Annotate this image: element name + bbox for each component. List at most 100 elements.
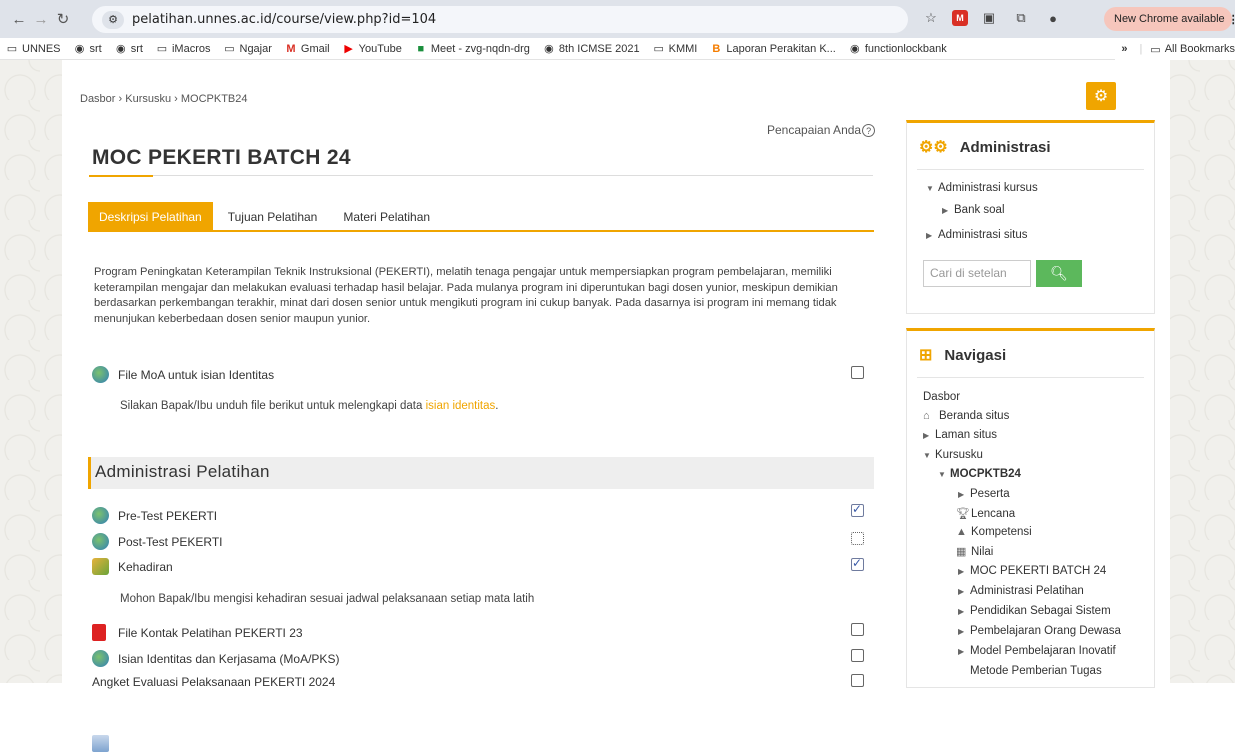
tree-label: Lencana — [971, 507, 1016, 520]
block-divider — [917, 169, 1144, 170]
folder-icon: ▭ — [653, 42, 664, 55]
tree-item-mocpktb24[interactable]: ▼ MOCPKTB24 — [938, 468, 1021, 480]
tab-tujuan[interactable]: Tujuan Pelatihan — [217, 202, 329, 232]
tree-item-lencana[interactable]: 🏆︎ Lencana — [956, 507, 1016, 521]
tree-item-model-pembelajaran[interactable]: ▶ Model Pembelajaran Inovatif — [958, 645, 1116, 657]
star-icon[interactable]: ☆ — [920, 7, 942, 29]
bookmarks-bar: ▭ UNNES ◉ srt ◉ srt ▭ iMacros ▭ Ngajar M Gmail… — [0, 38, 1235, 60]
tree-item-bank-soal[interactable]: ▶ Bank soal — [942, 204, 1005, 216]
completion-checkbox[interactable] — [851, 623, 864, 636]
section-header: Administrasi Pelatihan — [88, 457, 874, 489]
search-icon[interactable]: 🔍︎ — [1036, 260, 1082, 287]
tree-item-administrasi-kursus[interactable]: ▼ Administrasi kursus — [926, 182, 1038, 194]
tree-item-metode-tugas[interactable]: Metode Pemberian Tugas — [970, 665, 1102, 677]
tree-item-beranda-situs[interactable]: ⌂ Beranda situs — [923, 410, 1009, 422]
media-icon[interactable]: ▣ — [978, 7, 1000, 29]
tree-item-pembelajaran-dewasa[interactable]: ▶ Pembelajaran Orang Dewasa — [958, 625, 1121, 637]
settings-search-input[interactable]: Cari di setelan — [923, 260, 1031, 287]
course-description: Program Peningkatan Keterampilan Teknik … — [94, 266, 838, 325]
site-settings-icon[interactable]: ⚙ — [102, 10, 124, 29]
activity-posttest[interactable]: Post-Test PEKERTI — [92, 533, 222, 550]
tree-item-kursusku[interactable]: ▼ Kursusku — [923, 449, 983, 461]
tree-item-administrasi-pelatihan[interactable]: ▶ Administrasi Pelatihan — [958, 585, 1084, 597]
reload-icon[interactable]: ↻ — [52, 8, 74, 30]
moa-note: Silakan Bapak/Ibu unduh file berikut unt… — [120, 400, 498, 412]
pencapaian-link[interactable]: Pencapaian Anda? — [767, 123, 876, 137]
tree-item-kompetensi[interactable]: ▲ Kompetensi — [956, 526, 1032, 538]
bookmark-icmse[interactable]: ◉ 8th ICMSE 2021 — [543, 43, 640, 55]
tree-item-laman-situs[interactable]: ▶ Laman situs — [923, 429, 997, 441]
blogger-icon: B — [712, 42, 721, 55]
bookmark-unnes[interactable]: ▭ UNNES — [6, 43, 61, 55]
bookmark-label: iMacros — [171, 42, 211, 55]
block-title: Administrasi — [959, 138, 1051, 156]
gear-icon[interactable]: ⚙ — [1086, 82, 1116, 110]
note-end: . — [495, 400, 499, 412]
folder-icon: ▭ — [156, 42, 168, 55]
puzzle-icon[interactable]: ⧉ — [1010, 7, 1032, 29]
bookmark-srt[interactable]: ◉ srt — [74, 43, 102, 55]
activity-isian[interactable]: Isian Identitas dan Kerjasama (MoA/PKS) — [92, 650, 339, 667]
address-bar[interactable]: ⚙ pelatihan.unnes.ac.id/course/view.php?… — [92, 6, 908, 33]
block-divider — [917, 377, 1144, 378]
tree-label: Bank soal — [954, 204, 1005, 216]
tree-item-peserta[interactable]: ▶ Peserta — [958, 488, 1010, 500]
caret-down-icon: ▼ — [938, 469, 946, 479]
bookmark-laporan[interactable]: B Laporan Perakitan K... — [710, 43, 835, 55]
tree-label: Nilai — [971, 545, 994, 558]
title-accent — [89, 175, 153, 177]
activity-pretest[interactable]: Pre-Test PEKERTI — [92, 507, 217, 524]
forward-icon[interactable]: → — [30, 8, 52, 30]
caret-right-icon: ▶ — [958, 586, 965, 596]
bookmark-label: Meet - zvg-nqdn-drg — [430, 42, 530, 55]
completion-checkbox[interactable] — [851, 674, 864, 687]
tree-label: Pembelajaran Orang Dewasa — [970, 625, 1121, 637]
tree-item-nilai[interactable]: ▦ Nilai — [956, 545, 994, 559]
tab-materi[interactable]: Materi Pelatihan — [332, 202, 441, 232]
isian-identitas-link[interactable]: isian identitas — [426, 400, 496, 412]
completion-checkbox[interactable] — [851, 502, 864, 517]
activity-kontak[interactable]: File Kontak Pelatihan PEKERTI 23 — [92, 624, 303, 641]
bookmark-meet[interactable]: ■ Meet - zvg-nqdn-drg — [415, 43, 530, 55]
all-bookmarks-button[interactable]: All Bookmarks — [1165, 43, 1235, 55]
globe-icon: ◉ — [74, 42, 85, 55]
activity-kehadiran[interactable]: Kehadiran — [92, 558, 173, 575]
tree-item-pendidikan[interactable]: ▶ Pendidikan Sebagai Sistem — [958, 605, 1111, 617]
url-text: pelatihan.unnes.ac.id/course/view.php?id… — [132, 12, 437, 27]
tree-item-moc-pekerti[interactable]: ▶ MOC PEKERTI BATCH 24 — [958, 565, 1106, 577]
bookmark-ngajar[interactable]: ▭ Ngajar — [224, 43, 272, 55]
tree-item-administrasi-situs[interactable]: ▶ Administrasi situs — [926, 229, 1027, 241]
completion-checkbox[interactable] — [851, 649, 864, 662]
bookmark-functionlockbank[interactable]: ◉ functionlockbank — [849, 43, 947, 55]
folder-icon: ▭ — [6, 42, 18, 55]
update-button[interactable]: New Chrome available ⋮ — [1104, 7, 1235, 31]
help-icon[interactable]: ? — [862, 124, 876, 137]
trophy-icon: 🏆︎ — [956, 508, 970, 520]
back-icon[interactable]: ← — [8, 8, 30, 30]
tree-label: Peserta — [970, 488, 1010, 500]
bookmark-youtube[interactable]: ▶ YouTube — [343, 43, 401, 55]
bookmark-imacros[interactable]: ▭ iMacros — [156, 43, 211, 55]
extension-icon[interactable]: M — [952, 10, 968, 26]
note-text: Silakan Bapak/Ibu unduh file berikut unt… — [120, 400, 426, 412]
update-label: New Chrome available — [1114, 13, 1225, 25]
bookmark-srt-2[interactable]: ◉ srt — [115, 43, 143, 55]
breadcrumb[interactable]: Dasbor › Kursusku › MOCPKTB24 — [80, 93, 248, 105]
completion-checkbox[interactable] — [851, 556, 864, 571]
browser-toolbar: ← → ↻ ⚙ pelatihan.unnes.ac.id/course/vie… — [0, 0, 1235, 38]
activity-angket[interactable]: Angket Evaluasi Pelaksanaan PEKERTI 2024 — [92, 675, 335, 752]
profile-avatar[interactable]: ● — [1042, 7, 1064, 29]
tree-item-dasbor[interactable]: Dasbor — [923, 391, 960, 403]
completion-checkbox[interactable] — [851, 366, 864, 379]
tree-label: Administrasi Pelatihan — [970, 585, 1084, 597]
bookmark-gmail[interactable]: M Gmail — [285, 43, 329, 55]
completion-checkbox[interactable] — [851, 532, 864, 545]
bookmark-kmmi[interactable]: ▭ KMMI — [653, 42, 697, 55]
more-bookmarks-button[interactable]: » — [1121, 43, 1127, 55]
tab-deskripsi[interactable]: Deskripsi Pelatihan — [88, 202, 213, 232]
page-title: MOC PEKERTI BATCH 24 — [92, 146, 351, 169]
globe-icon: ◉ — [544, 42, 554, 55]
activity-moa[interactable]: File MoA untuk isian Identitas — [92, 366, 274, 383]
attendance-icon — [92, 558, 109, 575]
tree-label: Administrasi situs — [938, 229, 1028, 241]
